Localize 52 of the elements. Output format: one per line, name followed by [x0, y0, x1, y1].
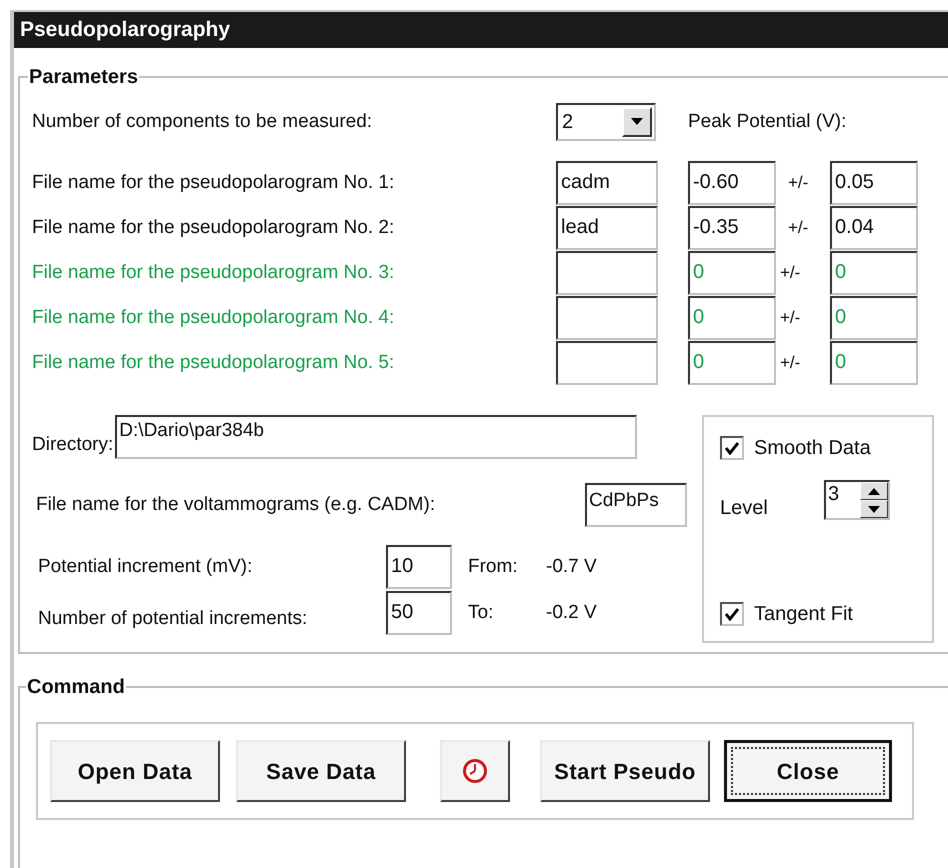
- checkbox-label[interactable]: Smooth Data: [754, 433, 871, 463]
- checkmark-icon: [724, 441, 740, 455]
- group-title: Command: [26, 675, 126, 700]
- file-label: File name for the pseudopolarogram No. 4:: [32, 306, 396, 330]
- checkmark-icon: [724, 607, 740, 621]
- increment-field[interactable]: 10: [386, 545, 452, 589]
- file-name-field[interactable]: [556, 251, 658, 295]
- plus-minus-label: +/-: [787, 172, 810, 194]
- file-name-field[interactable]: lead: [556, 206, 658, 250]
- checkbox[interactable]: [720, 602, 744, 626]
- peak-potential-field[interactable]: -0.35: [688, 206, 776, 250]
- voltammogram-name-field[interactable]: CdPbPs: [585, 483, 687, 527]
- field-label: Directory:: [32, 432, 114, 456]
- field-label: Number of components to be measured:: [32, 110, 374, 134]
- file-name-field[interactable]: [556, 341, 658, 385]
- increment-count-field[interactable]: 50: [386, 591, 452, 635]
- level-spinner[interactable]: 3: [824, 480, 890, 520]
- range-value: -0.2 V: [546, 600, 597, 625]
- field-label: File name for the voltammograms (e.g. CADM):: [35, 492, 436, 517]
- peak-potential-field[interactable]: -0.60: [688, 161, 776, 205]
- command-button[interactable]: Open Data: [50, 740, 220, 802]
- field-label: Level: [720, 496, 769, 521]
- file-label: File name for the pseudopolarogram No. 2:: [32, 216, 396, 240]
- file-label: File name for the pseudopolarogram No. 3:: [32, 260, 396, 285]
- clock-icon: [462, 758, 488, 784]
- plus-minus-label: +/-: [779, 307, 802, 330]
- window-title: Pseudopolarography: [14, 12, 948, 48]
- file-name-field[interactable]: cadm: [556, 161, 658, 205]
- tolerance-field[interactable]: 0.04: [830, 206, 918, 250]
- field-label: Number of potential increments:: [38, 606, 308, 631]
- directory-field[interactable]: D:\Dario\par384b: [115, 415, 638, 459]
- group-title: Parameters: [28, 65, 139, 90]
- file-label: File name for the pseudopolarogram No. 1:: [32, 170, 396, 195]
- timer-button[interactable]: [440, 740, 510, 802]
- checkbox[interactable]: [720, 436, 744, 460]
- command-button[interactable]: Start Pseudo: [540, 740, 710, 802]
- plus-minus-label: +/-: [787, 217, 810, 240]
- plus-minus-label: +/-: [779, 262, 802, 284]
- component-count-dropdown[interactable]: 2: [556, 103, 656, 141]
- file-label: File name for the pseudopolarogram No. 5:: [32, 350, 396, 375]
- range-label: To:: [468, 600, 494, 625]
- plus-minus-label: +/-: [779, 352, 802, 374]
- file-name-field[interactable]: [556, 296, 658, 340]
- range-label: From:: [468, 554, 519, 579]
- spin-arrows-icon[interactable]: [860, 482, 888, 518]
- command-button[interactable]: Close: [724, 740, 892, 802]
- command-button[interactable]: Save Data: [236, 740, 406, 802]
- tolerance-field[interactable]: 0.05: [830, 161, 918, 205]
- field-label: Potential increment (mV):: [38, 554, 254, 579]
- column-header: Peak Potential (V):: [688, 110, 846, 134]
- checkbox-label[interactable]: Tangent Fit: [754, 599, 853, 629]
- range-value: -0.7 V: [546, 554, 597, 579]
